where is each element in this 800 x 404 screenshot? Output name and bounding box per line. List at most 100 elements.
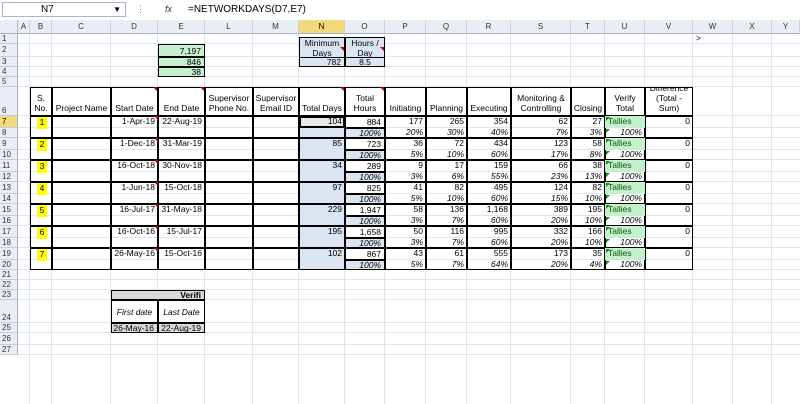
record-4-executing[interactable]: 495 — [467, 182, 511, 194]
record-1-total-days[interactable]: 104 — [299, 116, 345, 128]
record-5-planning[interactable]: 136 — [426, 204, 467, 216]
record-3-executing-percent[interactable]: 55% — [467, 172, 511, 182]
record-3-hours-percent[interactable]: 100% — [345, 172, 385, 182]
record-5-difference[interactable]: 0 — [645, 204, 693, 216]
column-header-a[interactable]: A — [18, 20, 30, 34]
record-5-total-hours[interactable]: 1,947 — [345, 204, 385, 216]
record-7-closing-percent[interactable]: 4% — [571, 260, 605, 270]
record-6-start-date[interactable]: 16-Oct-16 — [111, 226, 158, 238]
record-2-executing[interactable]: 434 — [467, 138, 511, 150]
record-6-closing[interactable]: 166 — [571, 226, 605, 238]
column-header-x[interactable]: X — [733, 20, 772, 34]
record-3-sno[interactable]: 3 — [37, 161, 47, 173]
record-4-difference[interactable]: 0 — [645, 182, 693, 194]
record-2-project-name[interactable] — [52, 138, 111, 160]
record-7-monitoring[interactable]: 173 — [511, 248, 571, 260]
record-5-project-name[interactable] — [52, 204, 111, 226]
record-1-total-hours[interactable]: 884 — [345, 116, 385, 128]
record-1-verify-status[interactable]: Tallies — [605, 116, 645, 128]
record-6-initiating-percent[interactable]: 3% — [385, 238, 426, 248]
record-3-total-hours[interactable]: 289 — [345, 160, 385, 172]
row-header-1[interactable]: 1 — [0, 34, 18, 44]
record-2-initiating[interactable]: 36 — [385, 138, 426, 150]
record-6-verify-status[interactable]: Tallies — [605, 226, 645, 238]
row-header-2[interactable]: 2 — [0, 44, 18, 57]
record-4-total-days[interactable]: 97 — [299, 182, 345, 194]
last-date-value[interactable]: 22-Aug-19 — [158, 323, 205, 333]
record-2-hours-percent[interactable]: 100% — [345, 150, 385, 160]
row-header-17[interactable]: 17 — [0, 226, 18, 238]
record-3-total-days[interactable]: 34 — [299, 160, 345, 172]
record-4-hours-percent[interactable]: 100% — [345, 194, 385, 204]
column-header-o[interactable]: O — [345, 20, 385, 34]
record-7-verify-percent[interactable]: 100% — [605, 260, 645, 270]
record-7-initiating[interactable]: 43 — [385, 248, 426, 260]
row-header-11[interactable]: 11 — [0, 160, 18, 172]
column-header-r[interactable]: R — [467, 20, 511, 34]
record-4-initiating[interactable]: 41 — [385, 182, 426, 194]
record-4-start-date[interactable]: 1-Jun-18 — [111, 182, 158, 194]
record-3-end-date[interactable]: 30-Nov-18 — [158, 160, 205, 172]
record-7-end-date[interactable]: 15-Oct-16 — [158, 248, 205, 260]
record-5-monitoring-percent[interactable]: 20% — [511, 216, 571, 226]
cell-e4[interactable]: 38 — [158, 67, 205, 77]
record-7-planning[interactable]: 61 — [426, 248, 467, 260]
record-7-executing-percent[interactable]: 64% — [467, 260, 511, 270]
record-7-project-name[interactable] — [52, 248, 111, 270]
record-3-executing[interactable]: 159 — [467, 160, 511, 172]
row-header-16[interactable]: 16 — [0, 216, 18, 226]
cell-o3[interactable]: 8.5 — [345, 57, 385, 67]
record-6-supervisor-email[interactable] — [253, 226, 299, 248]
record-2-total-hours[interactable]: 723 — [345, 138, 385, 150]
record-3-closing-percent[interactable]: 13% — [571, 172, 605, 182]
column-header-u[interactable]: U — [605, 20, 645, 34]
record-2-planning-percent[interactable]: 10% — [426, 150, 467, 160]
record-3-verify-percent[interactable]: 100% — [605, 172, 645, 182]
record-6-sno[interactable]: 6 — [37, 227, 47, 239]
record-4-planning[interactable]: 82 — [426, 182, 467, 194]
row-header-13[interactable]: 13 — [0, 182, 18, 194]
column-header-w[interactable]: W — [693, 20, 733, 34]
record-7-sno[interactable]: 7 — [37, 249, 47, 261]
column-header-p[interactable]: P — [385, 20, 426, 34]
record-1-sno[interactable]: 1 — [37, 117, 47, 129]
record-7-supervisor-email[interactable] — [253, 248, 299, 270]
record-2-executing-percent[interactable]: 60% — [467, 150, 511, 160]
record-7-hours-percent[interactable]: 100% — [345, 260, 385, 270]
record-6-difference[interactable]: 0 — [645, 226, 693, 238]
record-6-total-days[interactable]: 195 — [299, 226, 345, 238]
column-header-d[interactable]: D — [111, 20, 158, 34]
record-1-initiating-percent[interactable]: 20% — [385, 128, 426, 138]
cell-e3[interactable]: 846 — [158, 57, 205, 67]
first-date-value[interactable]: 26-May-16 — [111, 323, 158, 333]
record-1-supervisor-phone[interactable] — [205, 116, 253, 138]
record-5-verify-status[interactable]: Tallies — [605, 204, 645, 216]
row-header-20[interactable]: 20 — [0, 260, 18, 270]
record-1-difference[interactable]: 0 — [645, 116, 693, 128]
row-header-5[interactable]: 5 — [0, 77, 18, 87]
record-3-initiating[interactable]: 9 — [385, 160, 426, 172]
record-4-total-hours[interactable]: 825 — [345, 182, 385, 194]
record-6-project-name[interactable] — [52, 226, 111, 248]
row-header-27[interactable]: 27 — [0, 345, 18, 355]
record-1-hours-percent[interactable]: 100% — [345, 128, 385, 138]
record-6-hours-percent[interactable]: 100% — [345, 238, 385, 248]
record-6-closing-percent[interactable]: 10% — [571, 238, 605, 248]
record-3-monitoring[interactable]: 66 — [511, 160, 571, 172]
row-header-6[interactable]: 6 — [0, 87, 18, 116]
column-header-t[interactable]: T — [571, 20, 605, 34]
row-header-14[interactable]: 14 — [0, 194, 18, 204]
record-2-closing[interactable]: 58 — [571, 138, 605, 150]
record-3-closing[interactable]: 38 — [571, 160, 605, 172]
record-4-planning-percent[interactable]: 10% — [426, 194, 467, 204]
record-6-planning-percent[interactable]: 7% — [426, 238, 467, 248]
record-3-supervisor-phone[interactable] — [205, 160, 253, 182]
row-header-21[interactable]: 21 — [0, 270, 18, 280]
chevron-down-icon[interactable]: ▼ — [113, 3, 121, 16]
column-header-m[interactable]: M — [253, 20, 299, 34]
record-2-sno[interactable]: 2 — [37, 139, 47, 151]
record-3-planning[interactable]: 17 — [426, 160, 467, 172]
record-4-monitoring[interactable]: 124 — [511, 182, 571, 194]
record-2-verify-percent[interactable]: 100% — [605, 150, 645, 160]
record-3-supervisor-email[interactable] — [253, 160, 299, 182]
